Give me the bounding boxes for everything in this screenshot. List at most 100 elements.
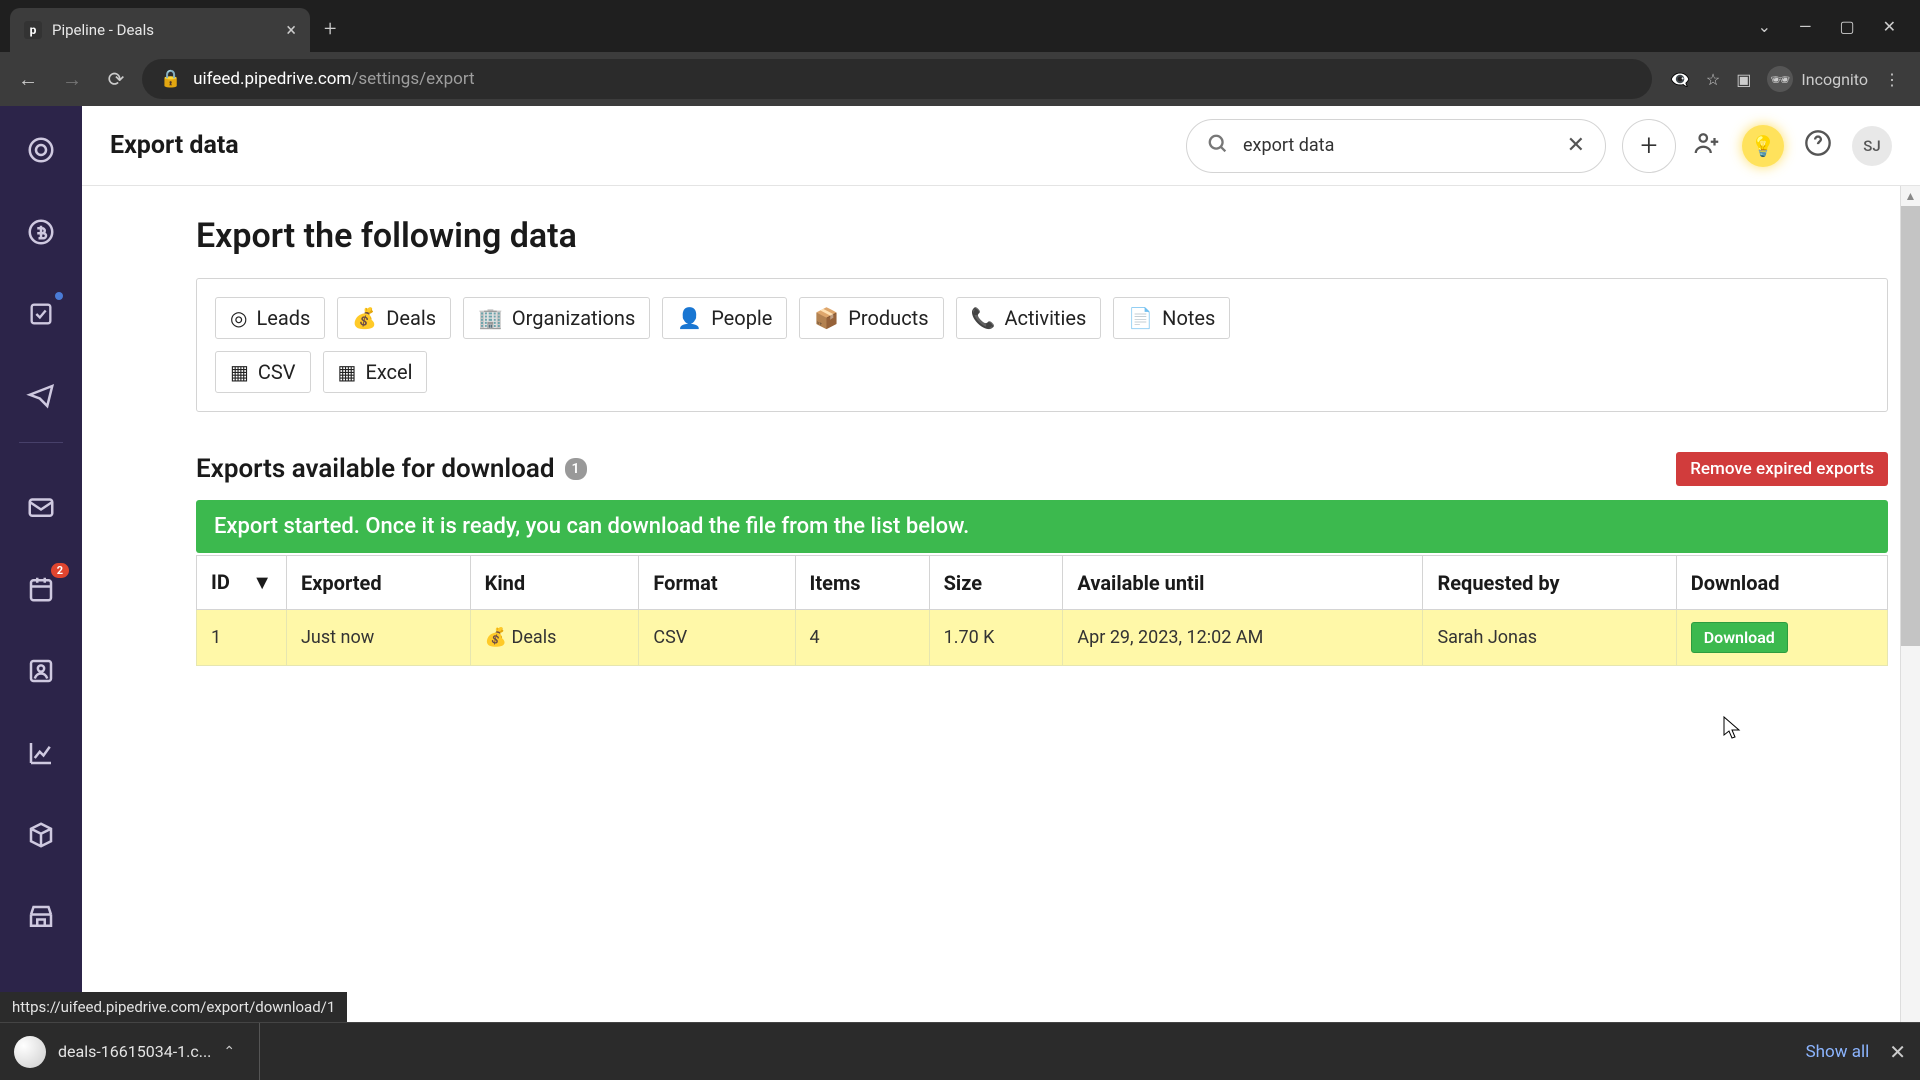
sidebar-item-projects[interactable] bbox=[23, 296, 59, 332]
minimize-icon[interactable]: — bbox=[1799, 17, 1812, 36]
cell-format: CSV bbox=[639, 610, 795, 666]
export-format-csv[interactable]: ▦CSV bbox=[215, 351, 311, 393]
help-icon[interactable] bbox=[1804, 129, 1832, 163]
search-box[interactable]: ✕ bbox=[1186, 119, 1606, 173]
cell-id: 1 bbox=[197, 610, 287, 666]
sidebar-item-products[interactable] bbox=[23, 817, 59, 853]
bookmark-icon[interactable]: ☆ bbox=[1706, 70, 1720, 89]
sidebar-item-market[interactable] bbox=[23, 899, 59, 935]
add-button[interactable]: + bbox=[1622, 119, 1676, 173]
caret-down-icon[interactable]: ⌄ bbox=[1758, 17, 1771, 36]
export-types-panel: ◎Leads 💰Deals 🏢Organizations 👤People 📦Pr… bbox=[196, 278, 1888, 412]
file-icon: ▦ bbox=[230, 360, 249, 384]
sidebar-item-campaigns[interactable] bbox=[23, 378, 59, 414]
sidebar-item-contacts[interactable] bbox=[23, 653, 59, 689]
chrome-icon bbox=[14, 1036, 46, 1068]
col-by[interactable]: Requested by bbox=[1423, 556, 1676, 610]
close-tab-icon[interactable]: × bbox=[286, 20, 296, 41]
window-controls: ⌄ — ▢ ✕ bbox=[1734, 17, 1920, 36]
scrollbar[interactable]: ▲ bbox=[1900, 186, 1920, 1022]
clear-search-icon[interactable]: ✕ bbox=[1567, 133, 1585, 158]
cell-download: Download bbox=[1676, 610, 1887, 666]
reload-button[interactable]: ⟳ bbox=[98, 61, 134, 97]
building-icon: 🏢 bbox=[478, 306, 503, 330]
incognito-badge: 🕶 Incognito bbox=[1767, 66, 1868, 92]
col-kind[interactable]: Kind bbox=[470, 556, 639, 610]
col-id[interactable]: ID ▼ bbox=[197, 556, 287, 610]
col-until[interactable]: Available until bbox=[1063, 556, 1423, 610]
export-type-products[interactable]: 📦Products bbox=[799, 297, 943, 339]
close-shelf-icon[interactable]: ✕ bbox=[1889, 1040, 1906, 1064]
downloads-heading: Exports available for download 1 bbox=[196, 454, 587, 484]
file-icon: ▦ bbox=[338, 360, 357, 384]
user-avatar[interactable]: SJ bbox=[1852, 126, 1892, 166]
download-filename: deals-16615034-1.c... bbox=[58, 1042, 211, 1061]
col-exported[interactable]: Exported bbox=[287, 556, 471, 610]
col-size[interactable]: Size bbox=[929, 556, 1063, 610]
export-type-people[interactable]: 👤People bbox=[662, 297, 787, 339]
download-item[interactable]: deals-16615034-1.c... ⌃ bbox=[14, 1023, 260, 1080]
export-type-notes[interactable]: 📄Notes bbox=[1113, 297, 1230, 339]
moneybag-icon: 💰 bbox=[352, 306, 377, 330]
incognito-icon: 🕶 bbox=[1767, 66, 1793, 92]
remove-expired-button[interactable]: Remove expired exports bbox=[1676, 452, 1888, 486]
scroll-up-icon[interactable]: ▲ bbox=[1901, 186, 1920, 206]
cell-kind: 💰 Deals bbox=[470, 610, 639, 666]
cell-by: Sarah Jonas bbox=[1423, 610, 1676, 666]
forward-button[interactable]: → bbox=[54, 61, 90, 97]
table-row: 1 Just now 💰 Deals CSV 4 1.70 K Apr 29, … bbox=[197, 610, 1888, 666]
downloads-count-badge: 1 bbox=[565, 458, 587, 480]
favicon-icon: p bbox=[24, 21, 42, 39]
moneybag-icon: 💰 bbox=[485, 627, 507, 648]
cell-exported: Just now bbox=[287, 610, 471, 666]
col-items[interactable]: Items bbox=[795, 556, 929, 610]
maximize-icon[interactable]: ▢ bbox=[1839, 17, 1854, 36]
incognito-label: Incognito bbox=[1801, 70, 1868, 89]
status-banner: Export started. Once it is ready, you ca… bbox=[196, 500, 1888, 553]
left-sidebar: 2 bbox=[0, 106, 82, 1022]
search-icon bbox=[1207, 133, 1229, 159]
main-content: Export the following data ◎Leads 💰Deals … bbox=[164, 106, 1920, 1022]
export-type-organizations[interactable]: 🏢Organizations bbox=[463, 297, 650, 339]
content-heading: Export the following data bbox=[196, 216, 1888, 256]
eye-off-icon[interactable]: 👁‍🗨 bbox=[1670, 70, 1690, 89]
cell-until: Apr 29, 2023, 12:02 AM bbox=[1063, 610, 1423, 666]
address-bar: ← → ⟳ 🔒 uifeed.pipedrive.com/settings/ex… bbox=[0, 52, 1920, 106]
phone-icon: 📞 bbox=[971, 306, 996, 330]
page-title: Export data bbox=[110, 131, 239, 160]
exports-table: ID ▼ Exported Kind Format Items Size Ava… bbox=[196, 555, 1888, 666]
sidebar-item-insights[interactable] bbox=[23, 735, 59, 771]
note-icon: 📄 bbox=[1128, 306, 1153, 330]
sidebar-item-activities[interactable]: 2 bbox=[23, 571, 59, 607]
sidebar-item-leads[interactable] bbox=[23, 132, 59, 168]
cell-items: 4 bbox=[795, 610, 929, 666]
col-download[interactable]: Download bbox=[1676, 556, 1887, 610]
sidebar-item-mail[interactable] bbox=[23, 489, 59, 525]
browser-tab-bar: p Pipeline - Deals × + ⌄ — ▢ ✕ bbox=[0, 0, 1920, 52]
sidebar-item-deals[interactable] bbox=[23, 214, 59, 250]
url-domain: uifeed.pipedrive.com bbox=[193, 69, 351, 89]
lock-icon: 🔒 bbox=[160, 69, 181, 89]
col-format[interactable]: Format bbox=[639, 556, 795, 610]
export-type-deals[interactable]: 💰Deals bbox=[337, 297, 451, 339]
export-type-activities[interactable]: 📞Activities bbox=[956, 297, 1102, 339]
new-tab-button[interactable]: + bbox=[310, 17, 350, 42]
sort-desc-icon: ▼ bbox=[252, 570, 272, 595]
status-link: https://uifeed.pipedrive.com/export/down… bbox=[0, 992, 347, 1022]
menu-icon[interactable]: ⋮ bbox=[1884, 70, 1900, 89]
show-all-downloads[interactable]: Show all bbox=[1806, 1042, 1870, 1062]
scrollbar-thumb[interactable] bbox=[1901, 206, 1920, 646]
back-button[interactable]: ← bbox=[10, 61, 46, 97]
search-input[interactable] bbox=[1243, 135, 1553, 156]
chevron-up-icon[interactable]: ⌃ bbox=[223, 1044, 235, 1060]
invite-users-icon[interactable] bbox=[1692, 128, 1722, 164]
hint-bulb-icon[interactable]: 💡 bbox=[1742, 125, 1784, 167]
export-format-excel[interactable]: ▦Excel bbox=[323, 351, 428, 393]
download-button[interactable]: Download bbox=[1691, 622, 1788, 653]
close-window-icon[interactable]: ✕ bbox=[1883, 17, 1896, 36]
extensions-icon[interactable]: ▣ bbox=[1736, 70, 1751, 89]
export-type-leads[interactable]: ◎Leads bbox=[215, 297, 325, 339]
url-field[interactable]: 🔒 uifeed.pipedrive.com/settings/export bbox=[142, 59, 1652, 99]
browser-tab[interactable]: p Pipeline - Deals × bbox=[10, 8, 310, 52]
cube-icon: 📦 bbox=[814, 306, 839, 330]
